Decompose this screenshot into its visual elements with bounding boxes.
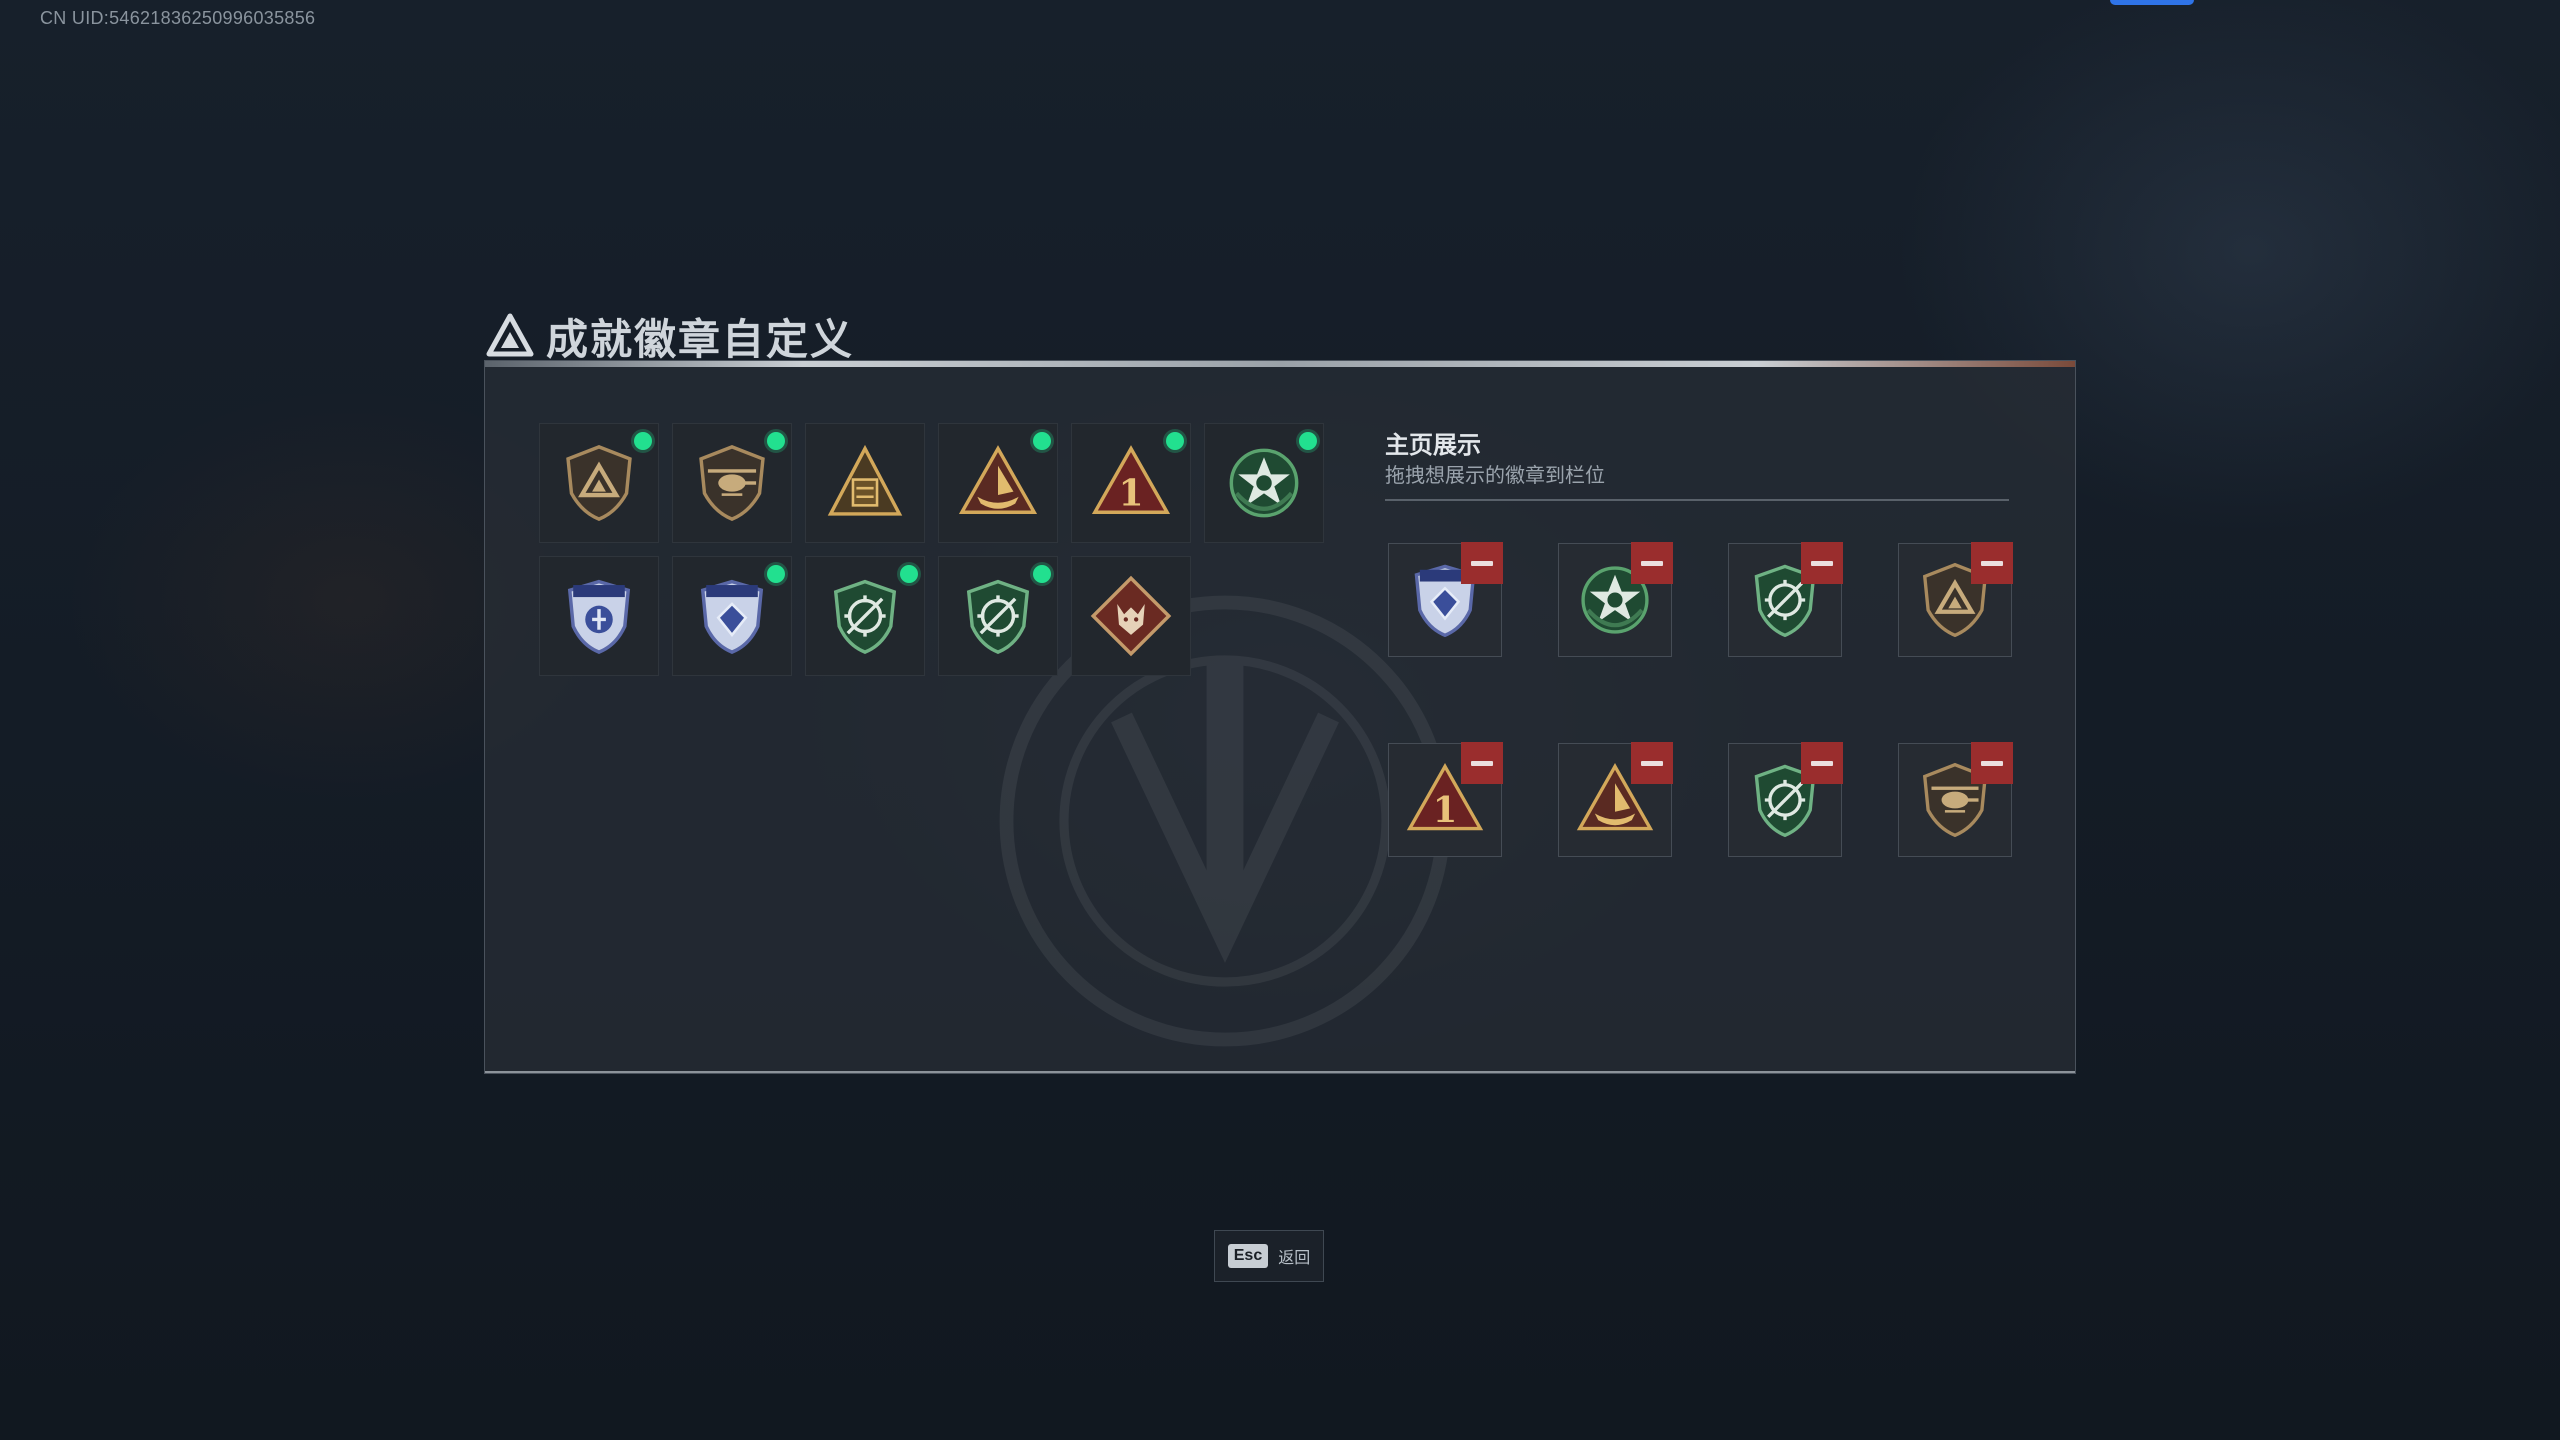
remove-badge-button[interactable] (1631, 742, 1673, 784)
bronze-helicopter-badge-icon (699, 445, 765, 521)
new-badge-dot (1299, 432, 1317, 450)
minus-icon (1641, 760, 1663, 766)
green-shield-crosshair-badge-icon (966, 579, 1030, 654)
page-header: 成就徽章自定义 (486, 306, 854, 366)
minus-icon (1641, 560, 1663, 566)
inventory-badge-slot[interactable] (539, 423, 659, 543)
badge-panel: 1 主页展示 拖拽想展示的徽章到栏位 1 (484, 360, 2076, 1074)
new-badge-dot (1033, 565, 1051, 583)
inventory-badge-slot[interactable] (938, 423, 1058, 543)
gold-pyramid-crate-badge-icon (827, 444, 903, 516)
display-badge-slot[interactable] (1558, 542, 1673, 657)
display-divider (1385, 499, 2009, 501)
top-tab-indicator[interactable] (2110, 0, 2194, 5)
uid-label: CN UID:546218362509960358​56 (40, 8, 316, 28)
gold-triangle-boat-badge-icon (958, 445, 1038, 514)
minus-icon (1811, 560, 1833, 566)
panel-bottom-line (485, 1071, 2075, 1073)
display-badge-slot[interactable] (1728, 742, 1843, 857)
inventory-badge-slot[interactable] (938, 556, 1058, 676)
display-badge-slot[interactable] (1898, 542, 2013, 657)
remove-badge-button[interactable] (1631, 542, 1673, 584)
minus-icon (1981, 760, 2003, 766)
delta-logo-icon (486, 313, 534, 357)
bronze-shield-triangle-badge-icon (566, 445, 632, 521)
esc-back-label: 返回 (1278, 1250, 1311, 1267)
remove-badge-button[interactable] (1461, 542, 1503, 584)
minus-icon (1471, 560, 1493, 566)
new-badge-dot (1166, 432, 1184, 450)
remove-badge-button[interactable] (1461, 742, 1503, 784)
panel-top-bar (485, 361, 2075, 367)
green-star-wreath-badge-icon (1229, 448, 1299, 518)
page-title: 成就徽章自定义 (546, 315, 855, 363)
inventory-badge-slot[interactable]: 1 (1071, 423, 1191, 543)
new-badge-dot (634, 432, 652, 450)
red-diamond-wolf-badge-icon (1090, 575, 1172, 657)
display-badge-slot[interactable]: 1 (1388, 742, 1503, 857)
inventory-badge-slot[interactable] (672, 423, 792, 543)
remove-badge-button[interactable] (1801, 542, 1843, 584)
inventory-badge-slot[interactable] (1071, 556, 1191, 676)
inventory-badge-slot[interactable] (539, 556, 659, 676)
blue-shield-diamond-badge-icon (700, 579, 764, 654)
blue-shield-emblem-badge-icon (567, 579, 631, 654)
display-badge-slot[interactable] (1558, 742, 1673, 857)
watermark-emblem-icon (999, 595, 1451, 1047)
display-badge-slot[interactable] (1728, 542, 1843, 657)
new-badge-dot (767, 432, 785, 450)
remove-badge-button[interactable] (1971, 542, 2013, 584)
minus-icon (1811, 760, 1833, 766)
display-section-title: 主页展示 (1385, 432, 1481, 459)
svg-text:1: 1 (1433, 790, 1458, 831)
minus-icon (1981, 560, 2003, 566)
display-badge-slot[interactable] (1388, 542, 1503, 657)
new-badge-dot (900, 565, 918, 583)
display-section-subtitle: 拖拽想展示的徽章到栏位 (1385, 465, 1605, 487)
new-badge-dot (1033, 432, 1051, 450)
new-badge-dot (767, 565, 785, 583)
inventory-badge-slot[interactable] (1204, 423, 1324, 543)
green-shield-crosshair-badge-icon (833, 579, 897, 654)
display-badge-slot[interactable] (1898, 742, 2013, 857)
inventory-badge-slot[interactable] (805, 556, 925, 676)
minus-icon (1471, 760, 1493, 766)
inventory-badge-slot[interactable] (672, 556, 792, 676)
svg-text:1: 1 (1118, 471, 1143, 514)
red-triangle-number-one-badge-icon: 1 (1091, 445, 1171, 514)
esc-back-button[interactable]: Esc 返回 (1214, 1230, 1324, 1282)
esc-key-hint: Esc (1227, 1244, 1269, 1268)
remove-badge-button[interactable] (1971, 742, 2013, 784)
inventory-badge-slot[interactable] (805, 423, 925, 543)
remove-badge-button[interactable] (1801, 742, 1843, 784)
